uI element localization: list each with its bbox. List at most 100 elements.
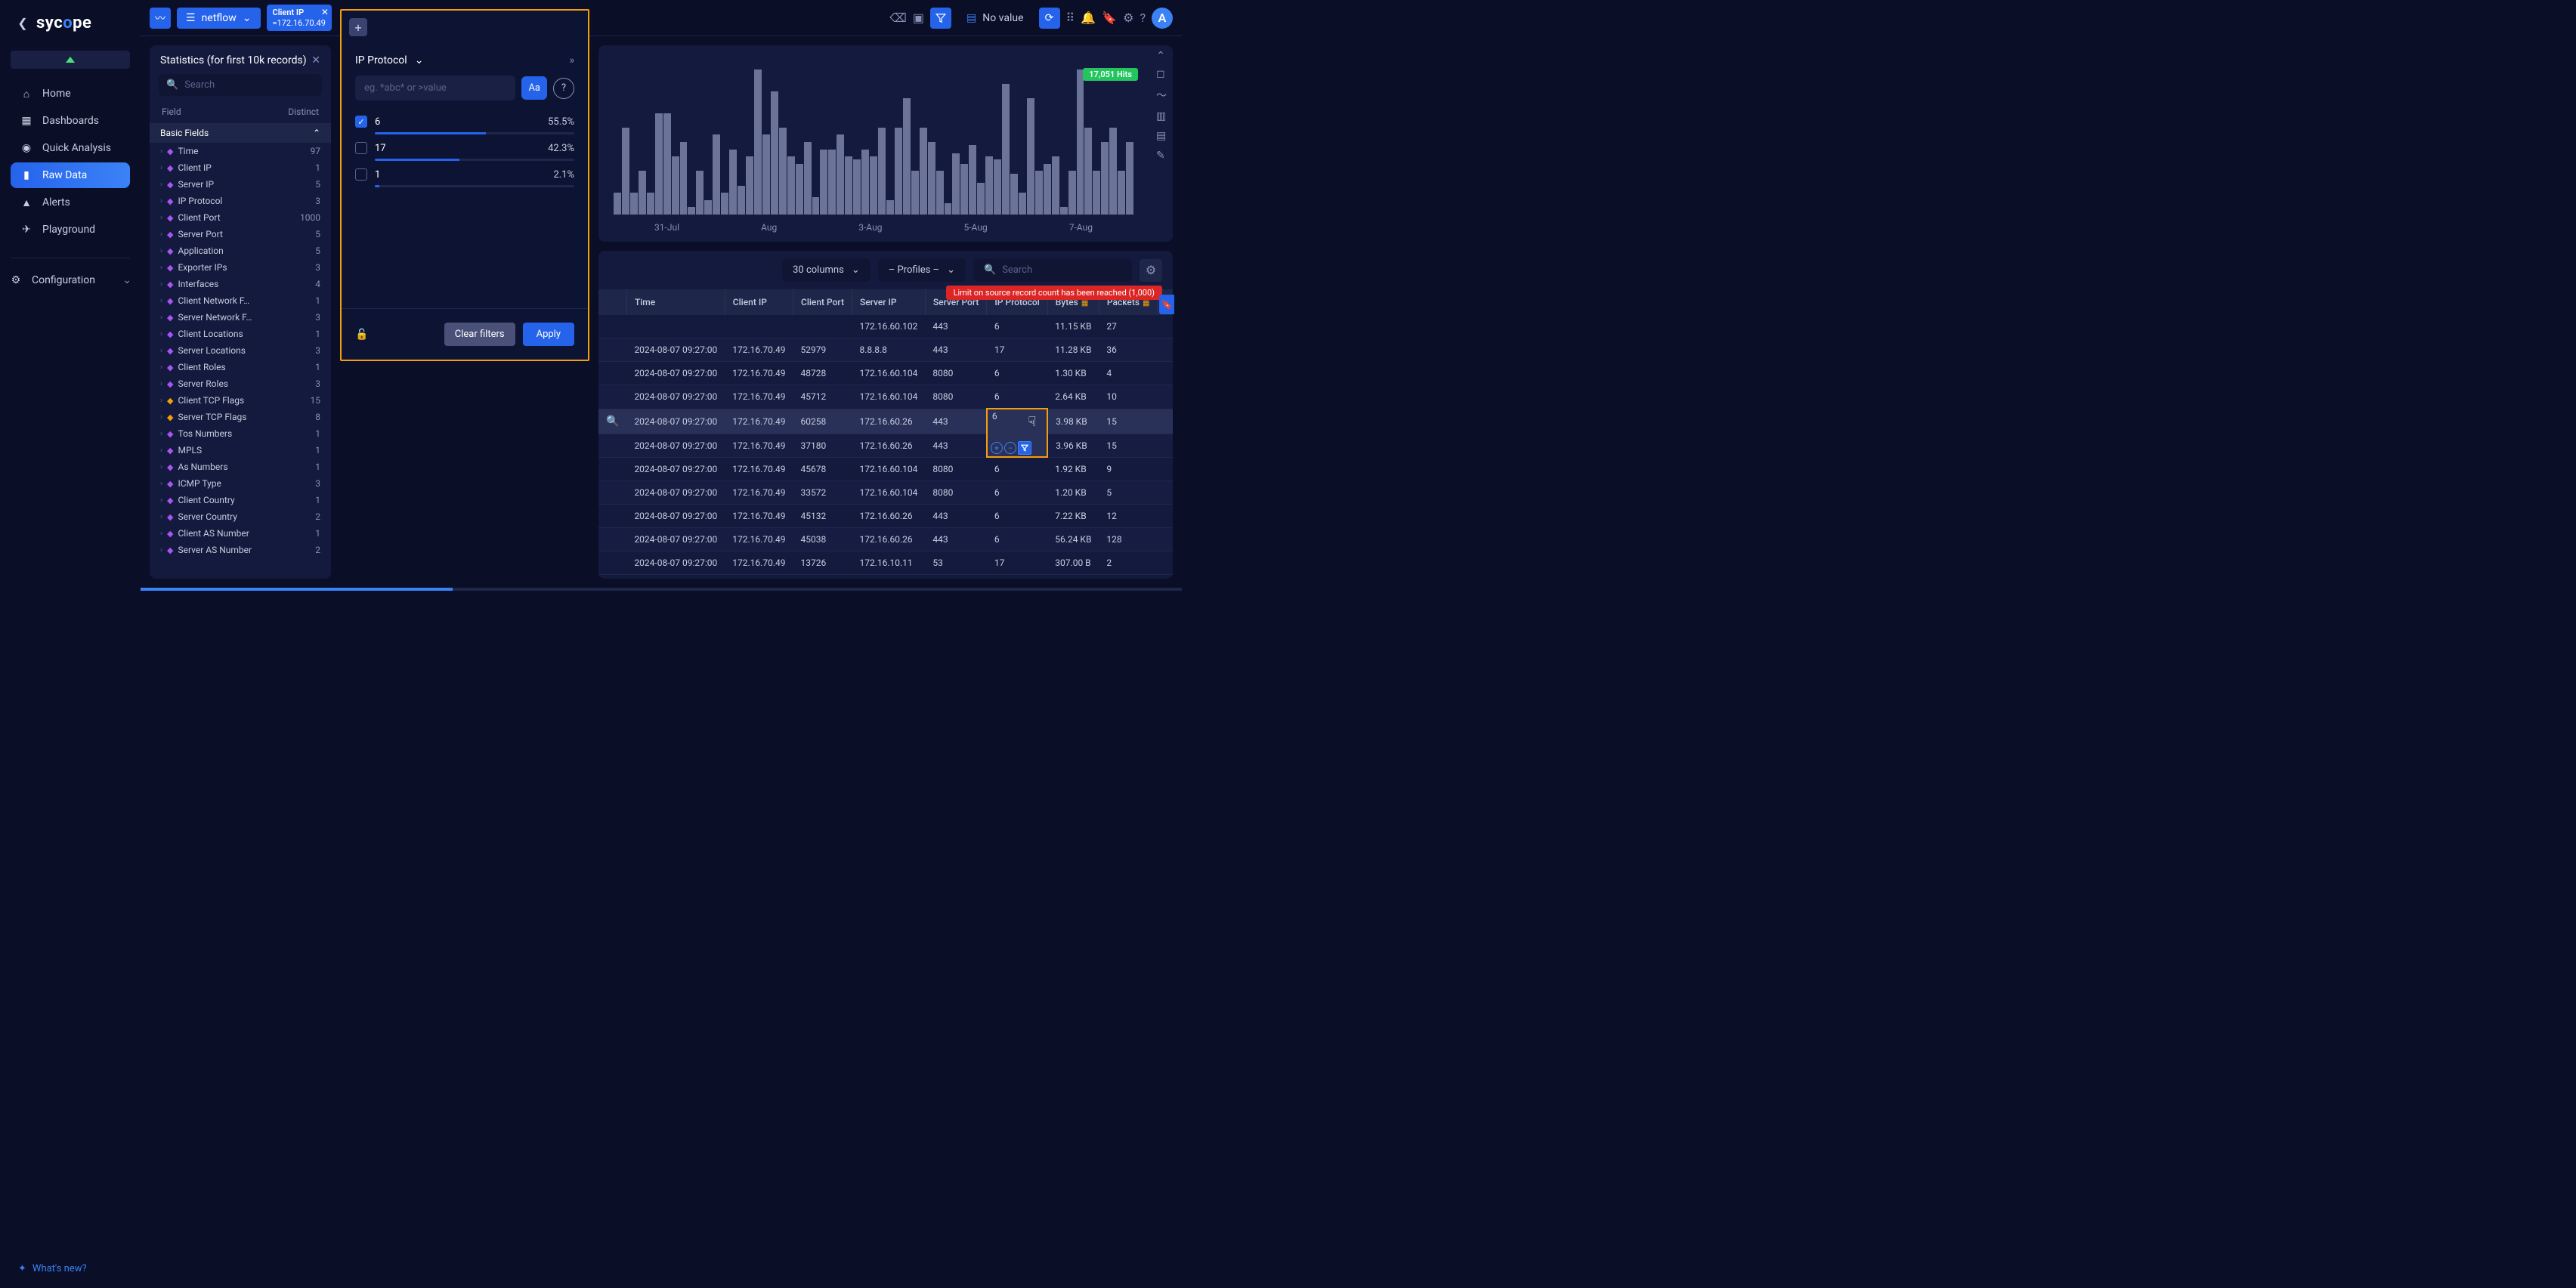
- close-icon[interactable]: ✕: [321, 7, 329, 17]
- nav-configuration[interactable]: ⚙ Configuration ⌄: [0, 267, 141, 293]
- apps-icon[interactable]: ⠿: [1066, 11, 1075, 25]
- help-icon[interactable]: ?: [553, 78, 574, 99]
- stats-row[interactable]: ›◆Server Roles3: [150, 375, 331, 392]
- stats-row[interactable]: ›◆Server Port5: [150, 226, 331, 242]
- edit-icon[interactable]: ✎: [1156, 150, 1167, 162]
- document-icon[interactable]: ▤: [1156, 130, 1167, 142]
- filter-chip-client-ip[interactable]: Client IP =172.16.70.49 ✕: [267, 5, 332, 30]
- chart-bar[interactable]: [688, 207, 695, 215]
- table-row[interactable]: 2024-08-07 09:27:00 172.16.70.49 45038 1…: [598, 528, 1173, 551]
- table-row[interactable]: 2024-08-07 09:27:00 172.16.70.49 45678 1…: [598, 457, 1173, 481]
- chevron-up-icon[interactable]: ⌃: [1156, 50, 1165, 62]
- chart-bar[interactable]: [804, 142, 812, 215]
- table-row[interactable]: 2024-08-07 09:27:00 172.16.70.49 13726 1…: [598, 551, 1173, 575]
- chart-bar[interactable]: [672, 156, 679, 215]
- table-row[interactable]: 2024-08-07 09:27:00 172.16.70.49 45132 1…: [598, 505, 1173, 528]
- avatar[interactable]: A: [1152, 8, 1173, 29]
- chart-bar[interactable]: [1002, 84, 1010, 215]
- chart-bar[interactable]: [878, 128, 886, 215]
- back-icon[interactable]: ❮: [14, 14, 32, 32]
- bookmark-tab[interactable]: 🔖: [1159, 295, 1174, 314]
- row-expand[interactable]: [598, 385, 626, 409]
- chart-area[interactable]: [608, 54, 1164, 218]
- time-range-select[interactable]: ▤ No value: [957, 8, 1033, 29]
- filter-icon[interactable]: [930, 8, 951, 29]
- profiles-dropdown[interactable]: – Profiles – ⌄: [878, 258, 966, 282]
- chart-bar[interactable]: [1052, 156, 1059, 215]
- stats-row[interactable]: ›◆Client Locations1: [150, 326, 331, 342]
- stats-row[interactable]: ›◆Server IP5: [150, 176, 331, 193]
- stats-row[interactable]: ›◆Server TCP Flags8: [150, 409, 331, 425]
- chart-bar[interactable]: [1118, 171, 1125, 215]
- chart-bar[interactable]: [771, 91, 778, 215]
- columns-dropdown[interactable]: 30 columns ⌄: [782, 258, 871, 282]
- stats-row[interactable]: ›◆IP Protocol3: [150, 193, 331, 209]
- nav-item-playground[interactable]: ✈Playground: [11, 217, 130, 242]
- chart-bar[interactable]: [845, 156, 852, 215]
- chart-bar[interactable]: [614, 193, 621, 215]
- chart-bar[interactable]: [622, 128, 629, 215]
- chart-bar[interactable]: [853, 159, 861, 215]
- table-row[interactable]: 2024-08-07 09:27:00 172.16.70.49 33572 1…: [598, 481, 1173, 505]
- chart-bar[interactable]: [812, 197, 820, 215]
- chevron-down-icon[interactable]: ⌄: [415, 54, 424, 66]
- table-row[interactable]: 2024-08-07 09:27:00 172.16.70.49 45712 1…: [598, 385, 1173, 409]
- stats-row[interactable]: ›◆Client Port1000: [150, 209, 331, 226]
- stats-row[interactable]: ›◆Client AS Number1: [150, 525, 331, 542]
- chart-bar[interactable]: [861, 150, 869, 215]
- filter-option[interactable]: 1742.3%: [355, 137, 574, 159]
- nav-item-raw-data[interactable]: ▮Raw Data: [11, 162, 130, 188]
- stream-select[interactable]: ☰ netflow ⌄: [177, 8, 261, 29]
- chart-bar[interactable]: [1010, 174, 1018, 215]
- nav-item-dashboards[interactable]: ▦Dashboards: [11, 108, 130, 134]
- chart-bar[interactable]: [1044, 164, 1051, 215]
- cell-ip-protocol-highlighted[interactable]: 6☟+−: [987, 409, 1047, 457]
- stats-row[interactable]: ›◆Application5: [150, 242, 331, 259]
- chart-bar[interactable]: [704, 200, 712, 215]
- col-client-ip[interactable]: Client IP: [725, 289, 793, 315]
- chart-bar[interactable]: [985, 156, 993, 215]
- stats-row[interactable]: ›◆Client Country1: [150, 492, 331, 508]
- row-expand[interactable]: [598, 434, 626, 457]
- table-row[interactable]: 2024-08-07 09:27:00 172.16.70.49 37180 1…: [598, 434, 1173, 457]
- row-expand[interactable]: [598, 457, 626, 481]
- chart-bar[interactable]: [837, 134, 844, 215]
- chart-bar[interactable]: [903, 98, 911, 215]
- chart-bar[interactable]: [1027, 98, 1034, 215]
- row-expand[interactable]: [598, 528, 626, 551]
- stats-row[interactable]: ›◆As Numbers1: [150, 459, 331, 475]
- chart-bar[interactable]: [994, 159, 1001, 215]
- chart-bar[interactable]: [655, 113, 663, 215]
- stats-row[interactable]: ›◆Client TCP Flags15: [150, 392, 331, 409]
- checkbox[interactable]: [355, 168, 367, 181]
- stats-row[interactable]: ›◆Client IP1: [150, 159, 331, 176]
- bar-chart-icon[interactable]: ▥: [1156, 110, 1167, 122]
- delete-icon[interactable]: ⌫: [889, 11, 907, 25]
- sidebar-collapse-toggle[interactable]: [11, 51, 130, 69]
- stats-row[interactable]: ›◆Server AS Number2: [150, 542, 331, 558]
- checkbox[interactable]: [355, 142, 367, 154]
- chart-bar[interactable]: [936, 171, 944, 215]
- filter-option[interactable]: 12.1%: [355, 164, 574, 185]
- row-expand[interactable]: [598, 551, 626, 575]
- chart-bar[interactable]: [1109, 128, 1117, 215]
- chart-bar[interactable]: [796, 164, 803, 215]
- chart-bar[interactable]: [1035, 171, 1043, 215]
- chart-bar[interactable]: [977, 183, 985, 215]
- table-row[interactable]: 2024-08-07 09:27:00 172.16.70.49 52979 8…: [598, 338, 1173, 362]
- col-time[interactable]: Time: [626, 289, 725, 315]
- bell-icon[interactable]: 🔔: [1081, 11, 1096, 25]
- chart-bar[interactable]: [680, 142, 688, 215]
- chart-bar[interactable]: [969, 145, 976, 215]
- stats-row[interactable]: ›◆MPLS1: [150, 442, 331, 459]
- chart-bar[interactable]: [639, 171, 646, 215]
- remove-filter-icon[interactable]: −: [1004, 442, 1016, 454]
- chart-bar[interactable]: [1093, 171, 1100, 215]
- table-settings-button[interactable]: ⚙: [1140, 259, 1162, 282]
- chart-bar[interactable]: [1084, 128, 1092, 215]
- stats-row[interactable]: ›◆Server Network F…3: [150, 309, 331, 326]
- chart-bar[interactable]: [721, 193, 728, 215]
- chart-bar[interactable]: [895, 128, 902, 215]
- chart-bar[interactable]: [820, 150, 827, 215]
- chart-bar[interactable]: [729, 150, 737, 215]
